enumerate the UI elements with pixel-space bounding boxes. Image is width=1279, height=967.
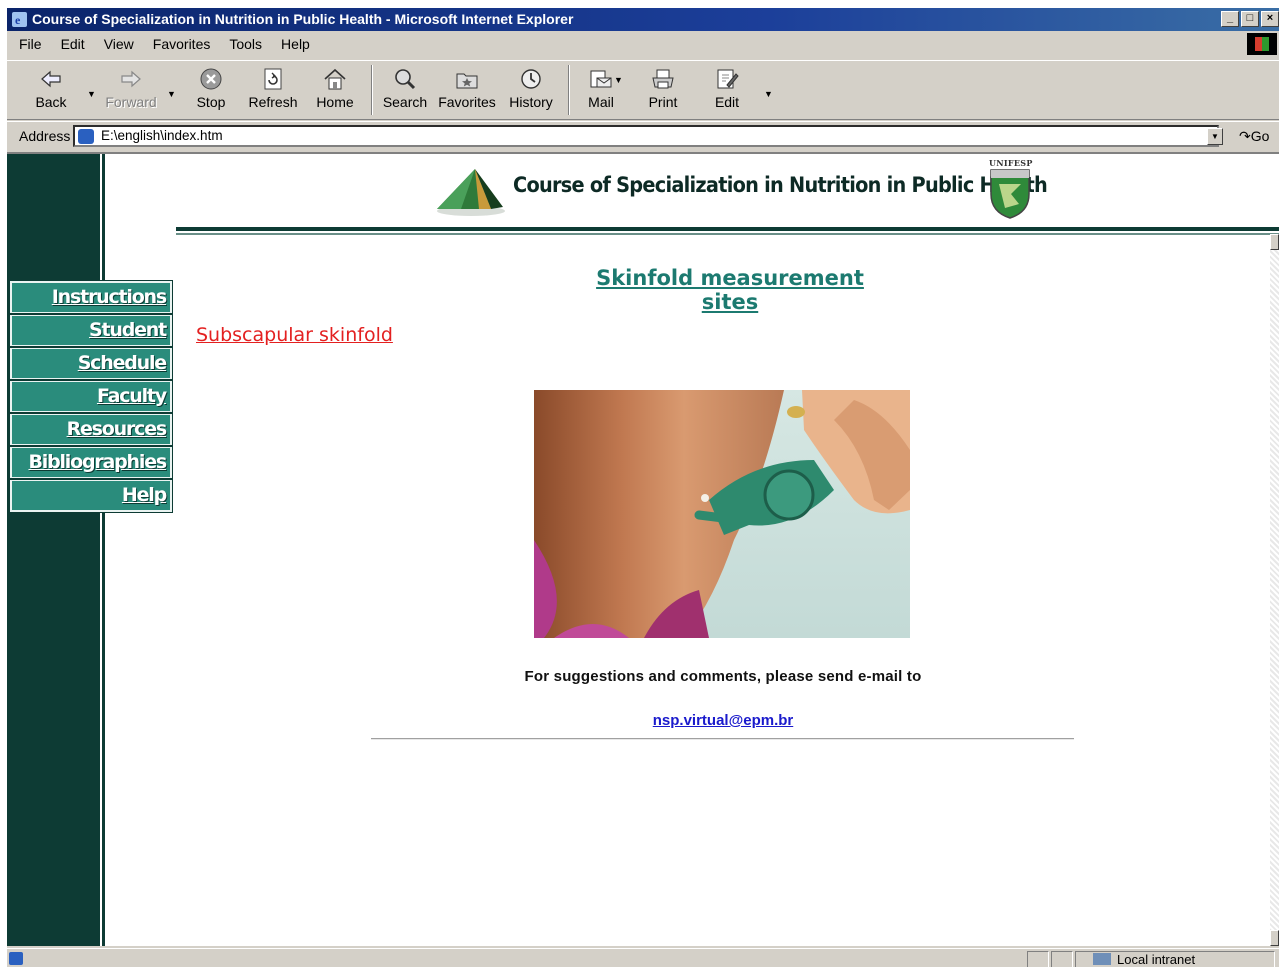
menu-edit[interactable]: Edit [61, 36, 85, 52]
mail-button[interactable]: Mail [571, 67, 631, 110]
stop-icon [200, 68, 222, 90]
toolbar-separator [568, 65, 570, 115]
menu-view[interactable]: View [104, 36, 134, 52]
page-status-icon [9, 952, 23, 965]
edit-button[interactable]: Edit [697, 67, 757, 110]
address-bar: Address E:\english\index.htm ▼ ↷Go [7, 121, 1279, 149]
skinfold-caliper-photo [534, 390, 910, 638]
favorites-folder-icon [456, 73, 478, 89]
left-dark-column [7, 154, 104, 946]
nav-schedule[interactable]: Schedule [9, 346, 173, 381]
intranet-icon [1093, 953, 1111, 965]
forward-dropdown-icon[interactable]: ▼ [167, 89, 176, 99]
address-url: E:\english\index.htm [101, 128, 223, 143]
page-viewport: Course of Specialization in Nutrition in… [7, 152, 1279, 946]
header-rule-thin [176, 233, 1279, 235]
security-zone: Local intranet [1093, 952, 1195, 967]
left-divider-line [103, 154, 105, 946]
nav-bibliographies[interactable]: Bibliographies [9, 445, 173, 480]
nav-instructions[interactable]: Instructions [9, 280, 173, 315]
forward-button[interactable]: Forward [101, 67, 161, 110]
page-heading: Skinfold measurement sites [596, 266, 864, 314]
browser-window: e Course of Specialization in Nutrition … [7, 8, 1279, 967]
unifesp-shield-icon [990, 169, 1030, 219]
printer-icon [652, 69, 674, 89]
print-button[interactable]: Print [633, 67, 693, 110]
vertical-scrollbar[interactable] [1270, 234, 1279, 946]
address-label: Address [19, 128, 71, 144]
search-icon [395, 69, 416, 90]
footer-rule [371, 738, 1074, 740]
email-link[interactable]: nsp.virtual@epm.br [653, 712, 794, 729]
status-pane [1027, 951, 1049, 967]
standard-toolbar: Back ▼ Forward ▼ Stop Refresh Home Searc… [7, 60, 1279, 120]
home-icon [324, 68, 346, 90]
status-pane [1051, 951, 1073, 967]
nav-resources[interactable]: Resources [9, 412, 173, 447]
go-button[interactable]: ↷Go [1239, 128, 1269, 145]
status-bar: Local intranet [7, 948, 1279, 967]
menu-bar: File Edit View Favorites Tools Help [7, 33, 1279, 55]
back-dropdown-icon[interactable]: ▼ [87, 89, 96, 99]
back-button[interactable]: Back [21, 67, 81, 110]
mail-icon [590, 70, 612, 88]
mail-dropdown-icon[interactable]: ▼ [614, 75, 623, 85]
forward-arrow-icon [121, 70, 141, 88]
home-button[interactable]: Home [305, 67, 365, 110]
favorites-button[interactable]: Favorites [437, 67, 497, 110]
edit-page-icon [717, 69, 739, 89]
windows-logo-icon [1247, 33, 1277, 55]
menu-file[interactable]: File [19, 36, 42, 52]
menu-favorites[interactable]: Favorites [153, 36, 211, 52]
svg-text:e: e [15, 13, 21, 27]
search-button[interactable]: Search [375, 67, 435, 110]
nav-faculty[interactable]: Faculty [9, 379, 173, 414]
back-arrow-icon [41, 70, 61, 88]
side-nav: Instructions Student Schedule Faculty Re… [9, 280, 173, 513]
refresh-button[interactable]: Refresh [243, 67, 303, 110]
menu-help[interactable]: Help [281, 36, 310, 52]
scroll-up-button[interactable] [1270, 234, 1279, 250]
minimize-button[interactable]: _ [1221, 11, 1239, 27]
address-input[interactable]: E:\english\index.htm [73, 125, 1219, 147]
toolbar-separator [371, 65, 373, 115]
title-bar: e Course of Specialization in Nutrition … [7, 8, 1279, 31]
maximize-button[interactable]: □ [1241, 11, 1259, 27]
menu-tools[interactable]: Tools [229, 36, 262, 52]
subheading-link[interactable]: Subscapular skinfold [196, 324, 393, 346]
ie-icon: e [12, 12, 27, 27]
header-rule [176, 227, 1279, 231]
scroll-down-button[interactable] [1270, 930, 1279, 946]
toolbar-more-icon[interactable]: ▼ [764, 89, 773, 99]
nav-student[interactable]: Student [9, 313, 173, 348]
site-title: Course of Specialization in Nutrition in… [513, 173, 1048, 197]
close-button[interactable]: × [1261, 11, 1279, 27]
refresh-icon [264, 68, 282, 90]
address-dropdown-button[interactable]: ▼ [1207, 128, 1223, 145]
unifesp-logo: UNIFESP [985, 158, 1035, 219]
page-icon [78, 129, 94, 144]
nav-help[interactable]: Help [9, 478, 173, 513]
stop-button[interactable]: Stop [181, 67, 241, 110]
pyramid-logo-icon [437, 169, 505, 216]
history-icon [521, 69, 541, 89]
window-title: Course of Specialization in Nutrition in… [32, 11, 574, 27]
footer-text: For suggestions and comments, please sen… [524, 668, 922, 685]
history-button[interactable]: History [501, 67, 561, 110]
